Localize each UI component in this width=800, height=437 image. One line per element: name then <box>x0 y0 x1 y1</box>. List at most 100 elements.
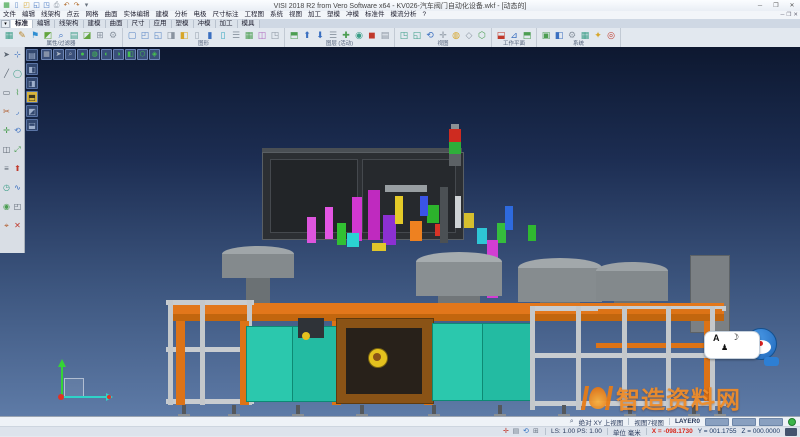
layer-add-icon[interactable]: ✚ <box>340 29 352 41</box>
save-graphic-icon[interactable]: ◱ <box>152 29 164 41</box>
app-logo-icon[interactable]: ▦ <box>2 1 11 10</box>
view-bottom-icon[interactable]: ⬓ <box>26 119 38 131</box>
hidden-line-icon[interactable]: ◐ <box>101 49 112 60</box>
search-filter-icon[interactable]: ⌕ <box>55 29 67 41</box>
close-button[interactable]: ✕ <box>784 1 800 11</box>
line-tool-icon[interactable]: ╱ <box>1 68 12 79</box>
menu-item[interactable]: 点云 <box>64 11 83 19</box>
doc-blue-icon[interactable]: ▮ <box>204 29 216 41</box>
sweep-tool-icon[interactable]: ∿ <box>12 182 23 193</box>
print-icon[interactable]: ⎙ <box>52 1 61 10</box>
measure-tool-icon[interactable]: ⌖ <box>1 220 12 231</box>
revolve-tool-icon[interactable]: ◷ <box>1 182 12 193</box>
ribbon-tab[interactable]: 曲面 <box>106 20 128 28</box>
selection-mask-icon[interactable]: ◪ <box>81 29 93 41</box>
offset-tool-icon[interactable]: ≡ <box>1 163 12 174</box>
ribbon-tab[interactable]: 建模 <box>84 20 106 28</box>
shell-tool-icon[interactable]: ◰ <box>12 201 23 212</box>
doc-info-icon[interactable]: ◳ <box>269 29 281 41</box>
save-all-icon[interactable]: ◳ <box>42 1 51 10</box>
layer-up-icon[interactable]: ⬆ <box>301 29 313 41</box>
workplane-view-icon[interactable]: ⬒ <box>521 29 533 41</box>
active-layer-indicator[interactable]: LAYER0 <box>675 418 700 425</box>
menu-item[interactable]: 文件 <box>0 11 19 19</box>
layer-new-icon[interactable]: ⬒ <box>288 29 300 41</box>
trim-tool-icon[interactable]: ✂ <box>1 106 12 117</box>
menu-item[interactable]: 工程图 <box>242 11 268 19</box>
dynamic-view-icon[interactable]: ▦ <box>41 49 52 60</box>
point-tool-icon[interactable]: ⊹ <box>12 49 23 60</box>
crosshair-icon[interactable]: ⊞ <box>532 428 540 436</box>
system-snap-icon[interactable]: ◧ <box>553 29 565 41</box>
layer-grid-icon[interactable]: ▤ <box>379 29 391 41</box>
layer-list-icon[interactable]: ☰ <box>327 29 339 41</box>
ribbon-tab[interactable]: 线架构 <box>55 20 84 28</box>
doc-image-icon[interactable]: ◫ <box>256 29 268 41</box>
undo-icon[interactable]: ↶ <box>62 1 71 10</box>
menu-item[interactable]: 加工 <box>305 11 324 19</box>
ribbon-tab[interactable]: 尺寸 <box>128 20 150 28</box>
mdi-restore-button[interactable]: ❐ <box>786 12 791 18</box>
ribbon-tab[interactable]: 应用 <box>150 20 172 28</box>
iso-mode-icon[interactable]: ⬡ <box>137 49 148 60</box>
wireframe-mode-icon[interactable]: ◍ <box>89 49 100 60</box>
menu-item[interactable]: 系统 <box>267 11 286 19</box>
shaded-mode-icon[interactable]: ● <box>77 49 88 60</box>
status-quick-button-3[interactable] <box>759 418 783 426</box>
perspective-icon[interactable]: ◈ <box>149 49 160 60</box>
view-top-icon[interactable]: ⬒ <box>26 91 38 103</box>
grid-toggle-icon[interactable]: ▤ <box>512 428 520 436</box>
tab-dropdown-button[interactable]: ▾ <box>1 20 10 28</box>
polyline-tool-icon[interactable]: ⌇ <box>12 87 23 98</box>
ribbon-tab[interactable]: 冲模 <box>194 20 216 28</box>
section-view-icon[interactable]: ◧ <box>125 49 136 60</box>
menu-item[interactable]: 曲面 <box>102 11 121 19</box>
menu-item[interactable]: 网格 <box>83 11 102 19</box>
view-back-icon[interactable]: ◩ <box>26 105 38 117</box>
menu-item[interactable]: 分析 <box>172 11 191 19</box>
system-star-icon[interactable]: ✦ <box>592 29 604 41</box>
menu-item[interactable]: 尺寸标注 <box>210 11 242 19</box>
copy-graphic-icon[interactable]: ◨ <box>165 29 177 41</box>
menu-item[interactable]: 冲模 <box>343 11 362 19</box>
flag-filter-icon[interactable]: ⚑ <box>29 29 41 41</box>
ribbon-tab[interactable]: 标准 <box>11 20 33 28</box>
rotate-tool-icon[interactable]: ⟲ <box>12 125 23 136</box>
edit-attributes-icon[interactable]: ✎ <box>16 29 28 41</box>
viewport-3d[interactable]: ▦➤⌕●◍◐◑◧⬡◈ ▤◧◨⬒◩⬓ A ☽ ♟ 智造资料网 <box>0 47 800 417</box>
attributes-icon[interactable]: ▦ <box>3 29 15 41</box>
tracking-icon[interactable]: ✛ <box>502 428 510 436</box>
move-tool-icon[interactable]: ✛ <box>1 125 12 136</box>
mirror-tool-icon[interactable]: ◫ <box>1 144 12 155</box>
ghost-mode-icon[interactable]: ◑ <box>113 49 124 60</box>
zoom-all-icon[interactable]: ◳ <box>398 29 410 41</box>
scale-tool-icon[interactable]: ⤢ <box>12 144 23 155</box>
mask-icon[interactable]: ◩ <box>42 29 54 41</box>
units-indicator[interactable]: 单位 毫米 <box>613 427 641 437</box>
workplane-set-icon[interactable]: ⊿ <box>508 29 520 41</box>
rotate-center-icon[interactable]: ⟲ <box>522 428 530 436</box>
qat-dropdown-icon[interactable]: ▾ <box>82 1 91 10</box>
open-file-icon[interactable]: ◰ <box>22 1 31 10</box>
menu-item[interactable]: 建模 <box>153 11 172 19</box>
iso-view-icon[interactable]: ⬡ <box>476 29 488 41</box>
layer-filter-icon[interactable]: ▤ <box>68 29 80 41</box>
layer-lock-icon[interactable]: ◼ <box>366 29 378 41</box>
paste-graphic-icon[interactable]: ◧ <box>178 29 190 41</box>
doc-list-icon[interactable]: ☰ <box>230 29 242 41</box>
zoom-fit-icon[interactable]: ⌕ <box>65 49 76 60</box>
view-indicator[interactable]: 视图7视图 <box>634 417 664 427</box>
extrude-tool-icon[interactable]: ⬆ <box>12 163 23 174</box>
zoom-window-icon[interactable]: ◱ <box>411 29 423 41</box>
menu-item[interactable]: 实体编辑 <box>121 11 153 19</box>
blank-doc-icon[interactable]: ▯ <box>191 29 203 41</box>
new-graphic-icon[interactable]: ▢ <box>126 29 138 41</box>
workplane-indicator[interactable]: 绝对 XY 上视图 <box>579 417 624 427</box>
pan-icon[interactable]: ✛ <box>437 29 449 41</box>
layer-visible-icon[interactable]: ◉ <box>353 29 365 41</box>
system-grid-icon[interactable]: ▣ <box>540 29 552 41</box>
redo-icon[interactable]: ↷ <box>72 1 81 10</box>
maximize-button[interactable]: ❐ <box>768 1 784 11</box>
menu-item[interactable]: 线架构 <box>38 11 64 19</box>
shade-icon[interactable]: ◍ <box>450 29 462 41</box>
